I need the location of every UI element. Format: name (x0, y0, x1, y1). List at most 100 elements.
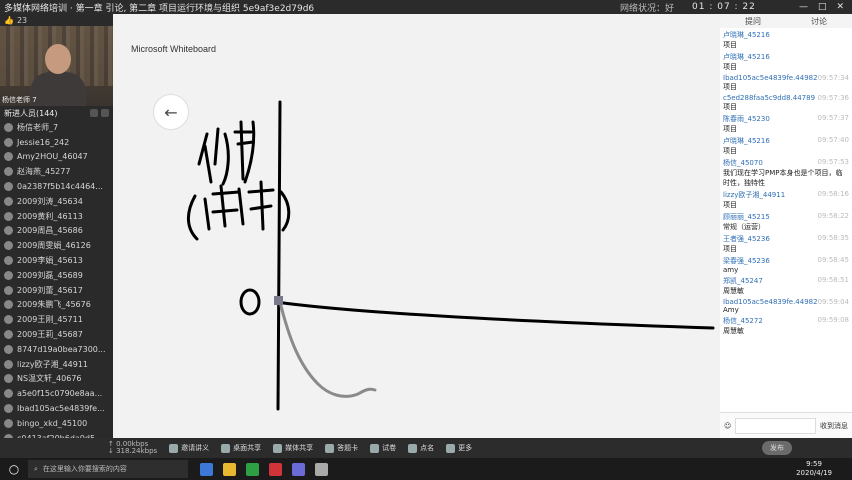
chat-user[interactable]: 卢晓琳_45216 (723, 30, 770, 40)
publish-button[interactable]: 发布 (762, 441, 792, 455)
tool-icon (446, 443, 456, 453)
attendee-item[interactable]: 杨信老师_7 (0, 120, 113, 135)
attendee-item[interactable]: 2009黄利_46113 (0, 209, 113, 224)
emoji-icon[interactable]: ☺ (724, 422, 731, 430)
attendee-name: 2009刘蕾_45617 (17, 285, 83, 295)
toolbar-tool[interactable]: 试卷 (370, 443, 396, 453)
network-status: 网络状况：好 (620, 3, 675, 14)
chat-user[interactable]: Ibad105ac5e4839fe.44982 (723, 74, 818, 82)
attendee-item[interactable]: 2009周昌_45686 (0, 224, 113, 239)
toolbar-tool[interactable]: 更多 (446, 443, 472, 453)
start-icon[interactable]: ○ (0, 462, 28, 476)
thumbs-up-icon: 👍 (4, 15, 14, 25)
file-explorer-icon[interactable] (223, 462, 236, 476)
chat-panel: 提问 讨论 卢晓琳_45216 项目 卢晓琳_45216 项目 Ibad105ac5e4… (720, 14, 852, 438)
avatar-icon (4, 285, 13, 295)
chat-user[interactable]: Ibad105ac5e4839fe.44982 (723, 298, 818, 306)
attendee-item[interactable]: 2009王莉_45687 (0, 327, 113, 342)
chat-time: 09:57:40 (817, 136, 849, 144)
close-icon[interactable]: ✕ (836, 2, 844, 12)
chat-text: 项目 (723, 41, 737, 49)
avatar-icon (4, 315, 13, 325)
attendee-item[interactable]: bingo_xkd_45100 (0, 416, 113, 431)
attendee-item[interactable]: 2009刘蕾_45617 (0, 283, 113, 298)
avatar-icon (4, 122, 13, 132)
chat-text: 项目 (723, 103, 737, 111)
browser-icon[interactable] (315, 462, 328, 476)
chat-user[interactable]: 郑凯_45247 (723, 276, 763, 286)
toolbar-tool[interactable]: 桌面共享 (221, 443, 261, 453)
chat-user[interactable]: 顾丽丽_45215 (723, 212, 770, 222)
like-counter[interactable]: 👍 23 (0, 14, 113, 26)
attendee-item[interactable]: Ibad105ac5e4839fe... (0, 401, 113, 416)
chat-user[interactable]: c5ed288faa5c9dd8.44789 (723, 94, 815, 102)
tool-icon (408, 443, 418, 453)
attendee-item[interactable]: lizzy欧子湘_44911 (0, 357, 113, 372)
chat-text: 项目 (723, 201, 737, 209)
ink-handwriting-jiazhi (197, 120, 256, 186)
chat-input[interactable] (735, 417, 816, 434)
toolbar-tool[interactable]: 媒体共享 (273, 443, 313, 453)
attendee-item[interactable]: NS温文轩_40676 (0, 372, 113, 387)
maximize-icon[interactable]: □ (818, 2, 827, 12)
attendee-item[interactable]: Jessie16_242 (0, 135, 113, 150)
minimize-icon[interactable]: — (799, 2, 808, 12)
avatar-icon (4, 226, 13, 236)
task-view-icon[interactable] (200, 462, 213, 476)
chat-user[interactable]: lizzy欧子湘_44911 (723, 190, 785, 200)
whiteboard-app-icon[interactable] (292, 462, 305, 476)
tool-label: 桌面共享 (233, 444, 262, 452)
chat-time: 09:59:08 (817, 316, 849, 324)
attendee-item[interactable]: 2009刘磊_45689 (0, 268, 113, 283)
chat-user[interactable]: 卢晓琳_45216 (723, 52, 770, 62)
avatar-icon (4, 389, 13, 399)
attendee-item[interactable]: 2009周雯娟_46126 (0, 238, 113, 253)
chat-text: 项目 (723, 83, 737, 91)
attendee-item[interactable]: 2009王刚_45711 (0, 312, 113, 327)
tab-questions[interactable]: 提问 (745, 16, 761, 27)
ink-handwriting-npv (187, 180, 291, 241)
attendee-item[interactable]: 8747d19a0bea7300... (0, 342, 113, 357)
chat-meta: 梁春强_45236 09:58:45 (723, 256, 849, 266)
chat-footer-label: 收到消息 (820, 421, 848, 430)
tool-label: 更多 (458, 444, 473, 452)
taskbar-apps (200, 462, 328, 476)
chat-user[interactable]: 梁春强_45236 (723, 256, 770, 266)
attendee-item[interactable]: a5e0f15c0790e8aa... (0, 386, 113, 401)
tab-discussion[interactable]: 讨论 (811, 16, 827, 27)
chat-message: lizzy欧子湘_44911 09:58:16 项目 (723, 190, 849, 210)
attendee-item[interactable]: 2009朱鹏飞_45676 (0, 298, 113, 313)
attendee-item[interactable]: 0a2387f5b14c4464... (0, 179, 113, 194)
chat-text: 项目 (723, 245, 737, 253)
attendee-name: Jessie16_242 (17, 137, 70, 147)
attendee-item[interactable]: 2009李娟_45613 (0, 253, 113, 268)
mic-icon[interactable] (101, 109, 109, 117)
chat-time: 09:57:34 (817, 74, 850, 82)
chat-time: 09:58:35 (817, 234, 849, 242)
chat-user[interactable]: 杨信_45070 (723, 158, 763, 168)
chat-message-list: 卢晓琳_45216 项目 卢晓琳_45216 项目 Ibad105ac5e4839fe.… (720, 28, 852, 340)
chat-user[interactable]: 陈春雨_45230 (723, 114, 770, 124)
chat-user[interactable]: 王者强_45236 (723, 234, 770, 244)
chat-message: 杨信_45070 09:57:53 我们现在学习PMP本身也是个项目，临时性，独特性 (723, 158, 849, 188)
chat-meta: 陈春雨_45230 09:57:37 (723, 114, 849, 124)
teacher-video: 杨信老师 7 (0, 26, 113, 106)
taskbar-clock[interactable]: 9:59 2020/4/19 (796, 460, 832, 478)
chat-text: 项目 (723, 147, 737, 155)
toolbar-tool[interactable]: 点名 (408, 443, 434, 453)
raise-hand-icon[interactable] (90, 109, 98, 117)
attendee-name: 0a2387f5b14c4464... (17, 182, 103, 192)
toolbar-tool[interactable]: 答题卡 (325, 443, 358, 453)
window-title: 多媒体网络培训 · 第一章 引论, 第二章 项目运行环境与组织 5e9af3e2… (4, 3, 315, 14)
chat-app-icon[interactable] (246, 462, 259, 476)
media-app-icon[interactable] (269, 462, 282, 476)
whiteboard-area[interactable]: Microsoft Whiteboard ← (113, 14, 720, 438)
attendee-item[interactable]: 赵海燕_45277 (0, 164, 113, 179)
chat-user[interactable]: 卢晓琳_45216 (723, 136, 770, 146)
taskbar-search[interactable]: ⌕ 在这里输入你要搜索的内容 (28, 460, 188, 478)
attendee-item[interactable]: Amy2HOU_46047 (0, 150, 113, 165)
attendee-item[interactable]: 2009刘涛_45634 (0, 194, 113, 209)
chat-user[interactable]: 杨信_45272 (723, 316, 763, 326)
toolbar-tool[interactable]: 邀请讲义 (169, 443, 209, 453)
ink-y-axis (276, 100, 282, 411)
